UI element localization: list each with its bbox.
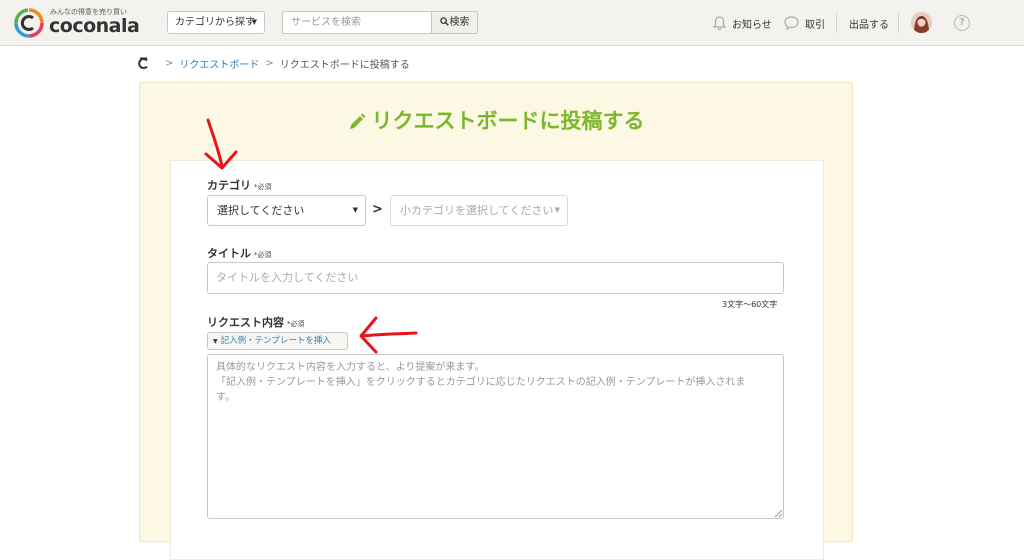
- logo-wordmark: coconala: [49, 15, 140, 37]
- search-input[interactable]: サービスを検索: [282, 11, 431, 34]
- coconala-logo[interactable]: みんなの得意を売り買い coconala: [14, 6, 154, 40]
- header-divider: [836, 13, 837, 33]
- category-browse-label: カテゴリから探す: [175, 17, 255, 28]
- chevron-right-icon: >: [372, 202, 383, 217]
- caret-down-icon: ▼: [554, 206, 560, 214]
- category-sub-value: 小カテゴリを選択してください: [400, 204, 554, 217]
- resize-handle-icon[interactable]: [774, 509, 783, 518]
- breadcrumb-separator-icon: >: [165, 57, 174, 69]
- sell-label: 出品する: [849, 19, 889, 31]
- insert-template-label: 記入例・テンプレートを挿入: [220, 336, 331, 346]
- header-divider: [898, 13, 899, 33]
- help-icon[interactable]: ?: [954, 15, 970, 31]
- category-label: カテゴリ *必須: [207, 177, 272, 193]
- request-content-textarea[interactable]: 具体的なリクエスト内容を入力すると、より提案が来ます。 「記入例・テンプレートを…: [207, 354, 784, 519]
- notifications-link[interactable]: お知らせ: [712, 0, 772, 46]
- bell-icon: [712, 16, 727, 31]
- title-input[interactable]: タイトルを入力してください: [207, 262, 784, 294]
- breadcrumb: > リクエストボード > リクエストボードに投稿する: [137, 56, 410, 71]
- page-title: リクエストボードに投稿する: [140, 105, 852, 135]
- breadcrumb-separator-icon: >: [265, 57, 274, 69]
- transactions-label: 取引: [805, 19, 825, 31]
- textarea-placeholder-line: す。: [216, 392, 235, 403]
- breadcrumb-current: リクエストボードに投稿する: [279, 59, 410, 71]
- sell-link[interactable]: 出品する: [849, 0, 889, 46]
- request-content-label-text: リクエスト内容: [207, 316, 284, 329]
- request-content-label: リクエスト内容 *必須: [207, 314, 305, 330]
- pencil-icon: [349, 113, 365, 129]
- caret-down-icon: ▼: [213, 338, 218, 345]
- category-label-text: カテゴリ: [207, 179, 251, 192]
- user-avatar[interactable]: [911, 12, 932, 33]
- required-badge: *必須: [287, 320, 305, 328]
- required-badge: *必須: [254, 183, 272, 191]
- search-button-label: 検索: [449, 17, 470, 28]
- home-logo-icon[interactable]: [137, 57, 150, 70]
- notifications-label: お知らせ: [732, 19, 772, 31]
- title-label-text: タイトル: [207, 247, 251, 260]
- caret-down-icon: ▼: [352, 206, 358, 214]
- search-box: サービスを検索 検索: [282, 11, 478, 34]
- required-badge: *必須: [254, 251, 272, 259]
- avatar-image-icon: [911, 12, 932, 33]
- coconala-logo-icon: [14, 8, 44, 38]
- top-header: みんなの得意を売り買い coconala カテゴリから探す ▼ サービスを検索 …: [0, 0, 1024, 46]
- caret-down-icon: ▼: [251, 18, 257, 26]
- category-main-value: 選択してください: [217, 204, 305, 217]
- textarea-placeholder-line: 具体的なリクエスト内容を入力すると、より提案が来ます。: [216, 362, 485, 373]
- title-label: タイトル *必須: [207, 245, 272, 261]
- title-length-hint: 3文字〜60文字: [722, 300, 778, 309]
- textarea-placeholder-line: 「記入例・テンプレートを挿入」をクリックするとカテゴリに応じたリクエストの記入例…: [216, 377, 746, 388]
- insert-template-button[interactable]: ▼ 記入例・テンプレートを挿入: [207, 332, 348, 350]
- category-main-select[interactable]: 選択してください ▼: [207, 195, 366, 226]
- category-browse-button[interactable]: カテゴリから探す ▼: [167, 11, 265, 34]
- search-icon: [439, 17, 449, 26]
- category-sub-select[interactable]: 小カテゴリを選択してください ▼: [390, 195, 568, 226]
- search-button[interactable]: 検索: [431, 11, 478, 34]
- page-title-text: リクエストボードに投稿する: [371, 109, 645, 133]
- chat-bubble-icon: [784, 16, 799, 31]
- breadcrumb-request-board[interactable]: リクエストボード: [179, 56, 259, 71]
- transactions-link[interactable]: 取引: [783, 0, 825, 46]
